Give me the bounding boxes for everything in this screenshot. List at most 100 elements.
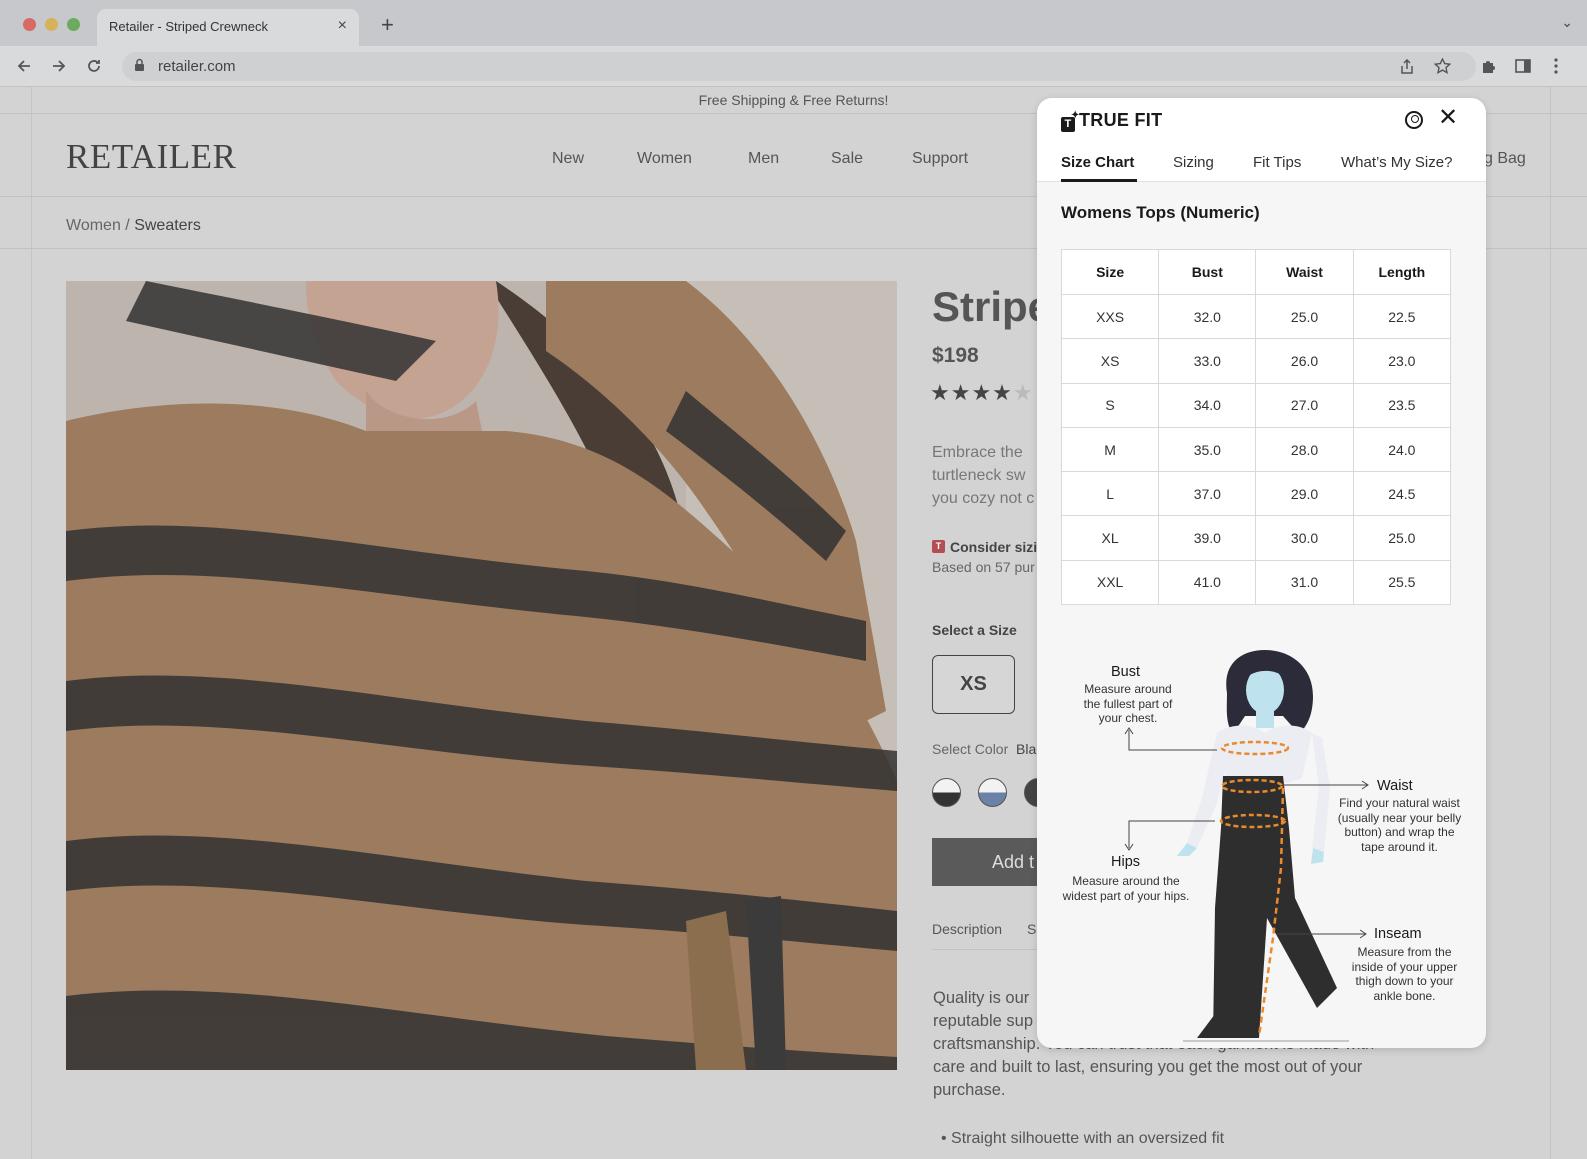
tab-description[interactable]: Description xyxy=(932,921,1002,937)
table-cell: 26.0 xyxy=(1255,338,1354,384)
product-price: $198 xyxy=(932,344,979,367)
rating-stars-filled: ★★★★ xyxy=(930,380,1013,405)
table-cell: 32.0 xyxy=(1158,293,1257,340)
table-cell: 29.0 xyxy=(1255,471,1354,517)
url-text: retailer.com xyxy=(158,58,236,75)
table-cell: 37.0 xyxy=(1158,471,1257,517)
table-cell: 39.0 xyxy=(1158,515,1257,561)
size-chart-title: Womens Tops (Numeric) xyxy=(1061,203,1260,222)
table-row: XS 33.0 26.0 23.0 xyxy=(1060,338,1452,384)
rating-stars-empty: ★ xyxy=(1012,380,1034,405)
bust-label: Bust xyxy=(1111,664,1141,680)
product-description-line: you cozy not c xyxy=(932,490,1035,507)
table-cell: M xyxy=(1060,426,1160,473)
maximize-window-button[interactable] xyxy=(67,18,80,31)
hips-label: Hips xyxy=(1111,854,1141,870)
modal-header: T ✦ TRUE FIT ✕ Size Chart Sizing Fit Tips … xyxy=(1037,98,1486,182)
table-cell: XL xyxy=(1060,515,1160,561)
shopping-bag-link[interactable]: g Bag xyxy=(1484,150,1526,168)
table-cell: 31.0 xyxy=(1255,559,1354,606)
active-tab-indicator xyxy=(1061,179,1137,182)
inseam-label: Inseam xyxy=(1374,926,1422,942)
column-header: Length xyxy=(1352,249,1452,295)
fit-recommendation-link[interactable]: Consider sizi xyxy=(950,539,1037,555)
browser-tab-bar: Retailer - Striped Crewneck × + ⌄ xyxy=(0,0,1587,46)
table-cell: 35.0 xyxy=(1158,426,1257,473)
table-row: XXL 41.0 31.0 25.5 xyxy=(1060,559,1452,606)
retailer-logo[interactable]: RETAILER xyxy=(66,137,236,177)
side-panel-icon[interactable] xyxy=(1515,58,1531,74)
table-cell: 41.0 xyxy=(1158,559,1257,606)
quality-line: care and built to last, ensuring you get… xyxy=(933,1058,1363,1076)
table-cell: 33.0 xyxy=(1158,338,1257,384)
more-menu-icon[interactable] xyxy=(1553,57,1559,75)
table-header-row: Size Bust Waist Length xyxy=(1060,249,1452,295)
nav-men[interactable]: Men xyxy=(748,150,779,168)
breadcrumb-separator: / xyxy=(120,217,135,234)
minimize-window-button[interactable] xyxy=(45,18,58,31)
measurement-diagram: Bust Measure around the fullest part of yo… xyxy=(1037,638,1486,1048)
striped-sweater-image xyxy=(66,281,897,1070)
new-tab-icon[interactable]: + xyxy=(381,12,394,38)
table-cell: XXS xyxy=(1060,293,1160,340)
nav-support[interactable]: Support xyxy=(912,150,968,168)
true-fit-mark-icon: T ✦ xyxy=(1061,110,1079,132)
quality-line: purchase. xyxy=(933,1081,1006,1099)
bookmark-star-icon[interactable] xyxy=(1434,58,1451,75)
breadcrumb-sweaters[interactable]: Sweaters xyxy=(134,217,201,234)
table-cell: 22.5 xyxy=(1352,293,1452,340)
fit-recommendation-basis: Based on 57 pur xyxy=(932,559,1035,575)
close-icon[interactable]: ✕ xyxy=(1438,106,1458,130)
account-icon[interactable] xyxy=(1405,111,1423,129)
table-cell: 24.5 xyxy=(1352,471,1452,517)
tab-list-chevron-icon[interactable]: ⌄ xyxy=(1561,14,1573,31)
size-option-xs[interactable]: XS xyxy=(932,655,1015,714)
color-swatch-black[interactable] xyxy=(932,778,961,807)
product-description: Embrace the turtleneck sw you cozy not c xyxy=(932,441,1042,510)
select-color-text: Select Color xyxy=(932,741,1009,757)
forward-arrow-icon[interactable] xyxy=(51,58,67,74)
nav-sale[interactable]: Sale xyxy=(831,150,863,168)
product-description-line: turtleneck sw xyxy=(932,467,1026,484)
size-chart-table: Size Bust Waist Length XXS 32.0 25.0 22.5 X… xyxy=(1060,249,1452,606)
table-row: XXS 32.0 25.0 22.5 xyxy=(1060,293,1452,340)
rating-stars[interactable]: ★★★★★ xyxy=(930,380,1034,406)
table-cell: 28.0 xyxy=(1255,426,1354,473)
product-photo[interactable] xyxy=(66,281,897,1070)
table-cell: L xyxy=(1060,471,1160,517)
color-swatch-blue[interactable] xyxy=(978,778,1007,807)
tab-whats-my-size[interactable]: What’s My Size? xyxy=(1341,154,1452,171)
select-size-label: Select a Size xyxy=(932,622,1017,638)
nav-new[interactable]: New xyxy=(552,150,584,168)
hips-note: Measure around the widest part of your hi… xyxy=(1062,874,1190,903)
waist-note: Find your natural waist (usually near you… xyxy=(1337,796,1462,854)
share-icon[interactable] xyxy=(1399,59,1415,75)
true-fit-logo: T ✦ TRUE FIT xyxy=(1061,110,1162,132)
table-row: L 37.0 29.0 24.5 xyxy=(1060,471,1452,517)
extensions-puzzle-icon[interactable] xyxy=(1480,58,1497,75)
true-fit-modal: T ✦ TRUE FIT ✕ Size Chart Sizing Fit Tips … xyxy=(1037,98,1486,1048)
tab-size-chart[interactable]: Size Chart xyxy=(1061,154,1134,171)
inseam-note: Measure from the inside of your upper thig… xyxy=(1351,945,1458,1003)
tab-fit-tips[interactable]: Fit Tips xyxy=(1253,154,1301,171)
table-row: M 35.0 28.0 24.0 xyxy=(1060,426,1452,473)
nav-women[interactable]: Women xyxy=(637,150,692,168)
breadcrumb-women[interactable]: Women xyxy=(66,217,121,234)
bust-note: Measure around the fullest part of your ch… xyxy=(1083,682,1173,725)
true-fit-badge-icon: T xyxy=(932,540,945,553)
browser-toolbar: retailer.com xyxy=(0,46,1587,87)
back-arrow-icon[interactable] xyxy=(16,58,32,74)
table-cell: XXL xyxy=(1060,559,1160,606)
table-cell: 34.0 xyxy=(1158,382,1257,428)
address-bar[interactable]: retailer.com xyxy=(122,52,1476,81)
tab-title: Retailer - Striped Crewneck xyxy=(109,19,268,34)
product-description-line: Embrace the xyxy=(932,444,1023,461)
reload-icon[interactable] xyxy=(86,58,102,74)
table-cell: S xyxy=(1060,382,1160,428)
tab-sizing[interactable]: Sizing xyxy=(1173,154,1214,171)
tab-close-icon[interactable]: × xyxy=(338,17,347,35)
table-cell: 25.0 xyxy=(1352,515,1452,561)
browser-tab[interactable]: Retailer - Striped Crewneck × xyxy=(97,9,359,46)
close-window-button[interactable] xyxy=(23,18,36,31)
table-row: S 34.0 27.0 23.5 xyxy=(1060,382,1452,428)
